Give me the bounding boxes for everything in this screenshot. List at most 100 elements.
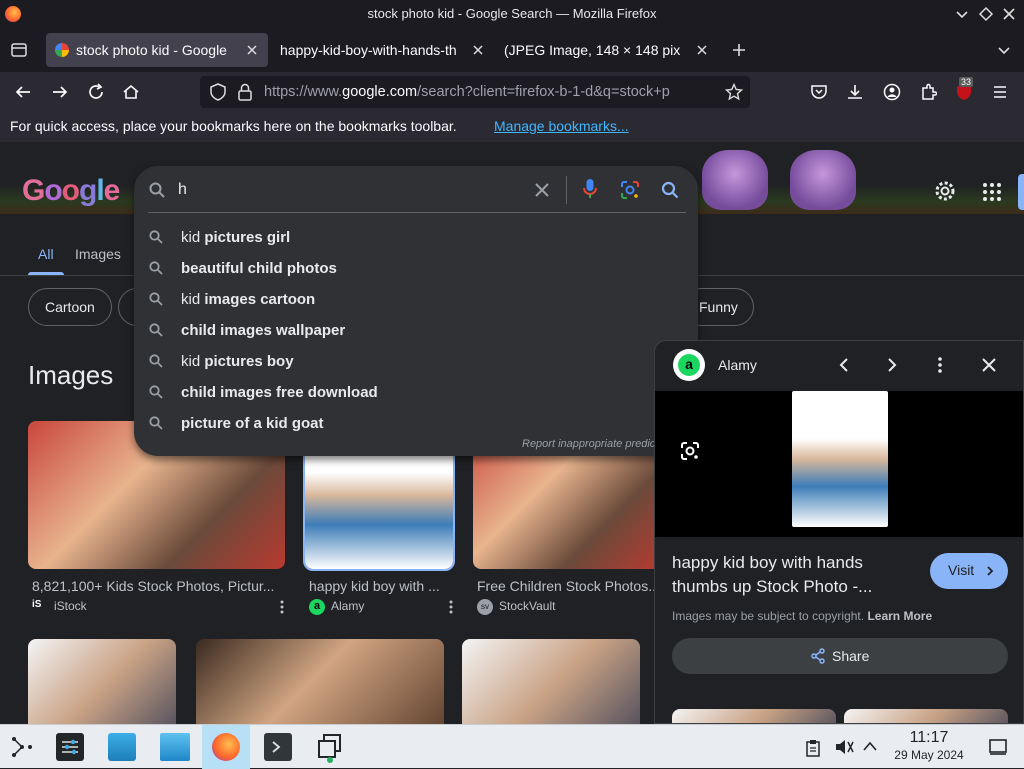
suggestion-item[interactable]: beautiful child photos <box>134 253 698 284</box>
suggestion-search-icon <box>149 416 163 430</box>
preview-title[interactable]: happy kid boy with hands thumbs up Stock… <box>672 551 902 599</box>
suggestion-completion: beautiful child photos <box>181 260 337 277</box>
lens-search-icon[interactable] <box>620 180 640 200</box>
google-page: Google All Images Cartoon Funny Images 8… <box>0 142 1024 724</box>
suggestion-item[interactable]: child images wallpaper <box>134 315 698 346</box>
close-window-button[interactable] <box>1001 6 1017 22</box>
clock-time[interactable]: 11:17 <box>888 729 970 747</box>
extension-badge: 33 <box>959 77 974 87</box>
tab-images[interactable]: Images <box>75 246 121 262</box>
preview-site-name[interactable]: Alamy <box>718 357 757 373</box>
downloads-icon[interactable] <box>846 83 864 101</box>
result-image[interactable] <box>196 639 444 724</box>
app-launcher-icon[interactable] <box>10 735 34 759</box>
result-source[interactable]: Alamy <box>331 599 364 613</box>
show-desktop-icon[interactable] <box>988 738 1008 756</box>
tab[interactable]: (JPEG Image, 148 × 148 pix <box>494 33 716 67</box>
ublock-icon[interactable]: 33 <box>955 77 974 101</box>
learn-more-link[interactable]: Learn More <box>867 609 932 623</box>
url-bar[interactable]: https://www.google.com/search?client=fir… <box>200 76 750 108</box>
suggestion-completion: pictures boy <box>204 353 294 370</box>
firefox-taskbar-item[interactable] <box>202 725 250 769</box>
reload-icon[interactable] <box>87 83 105 101</box>
nav-bar: https://www.google.com/search?client=fir… <box>0 72 1024 112</box>
result-image[interactable] <box>462 639 640 724</box>
tab-list-icon[interactable] <box>10 41 28 59</box>
new-tab-button[interactable] <box>731 42 747 58</box>
terminal-icon[interactable] <box>264 733 292 761</box>
sign-in-edge[interactable] <box>1018 174 1024 210</box>
tab[interactable]: happy-kid-boy-with-hands-th <box>270 33 492 67</box>
more-options-icon[interactable] <box>938 357 942 373</box>
voice-search-icon[interactable] <box>582 178 598 200</box>
window-switcher-icon[interactable] <box>316 733 344 763</box>
window-title: stock photo kid - Google Search — Mozill… <box>367 6 657 21</box>
suggestion-item[interactable]: child images free download <box>134 377 698 408</box>
chip-cartoon[interactable]: Cartoon <box>28 288 112 326</box>
google-doodle-logo[interactable]: Google <box>22 174 120 208</box>
close-tab-icon[interactable] <box>472 44 484 56</box>
account-icon[interactable] <box>883 83 901 101</box>
preview-image[interactable] <box>792 391 888 527</box>
apps-grid-icon[interactable] <box>982 182 1002 202</box>
google-search-icon[interactable] <box>661 181 679 199</box>
list-all-tabs-button[interactable] <box>996 42 1012 58</box>
suggestion-completion: child images free download <box>181 384 378 401</box>
minimize-button[interactable] <box>954 6 970 22</box>
discover-store-icon[interactable] <box>108 733 136 761</box>
url-prefix: https://www. <box>264 84 343 100</box>
tab-active[interactable]: stock photo kid - Google <box>46 33 268 67</box>
home-icon[interactable] <box>122 83 140 101</box>
more-options-icon[interactable] <box>449 600 453 614</box>
maximize-button[interactable] <box>978 6 994 22</box>
result-image[interactable] <box>28 639 176 724</box>
close-tab-icon[interactable] <box>246 44 258 56</box>
file-manager-icon[interactable] <box>160 733 190 761</box>
menu-icon[interactable] <box>991 83 1009 101</box>
suggestion-item[interactable]: picture of a kid goat <box>134 408 698 439</box>
extensions-icon[interactable] <box>919 83 937 101</box>
previous-result-icon[interactable] <box>837 357 851 373</box>
bookmarks-bar: For quick access, place your bookmarks h… <box>0 112 1024 142</box>
search-suggestions-panel: kid pictures girl beautiful child photos… <box>134 166 698 456</box>
source-favicon-icon: iS <box>32 599 42 610</box>
system-tray-expand-icon[interactable] <box>862 740 878 752</box>
related-image[interactable] <box>844 709 1008 723</box>
clipboard-icon[interactable] <box>805 739 821 757</box>
suggestion-prefix: kid <box>181 229 205 246</box>
tab-all[interactable]: All <box>38 246 54 262</box>
pocket-icon[interactable] <box>810 83 828 101</box>
lock-icon[interactable] <box>238 83 252 101</box>
search-input[interactable] <box>178 178 518 202</box>
visit-button[interactable]: Visit <box>930 553 1008 589</box>
suggestion-item[interactable]: kid pictures girl <box>134 222 698 253</box>
related-image[interactable] <box>672 709 836 723</box>
settings-gear-icon[interactable] <box>934 180 956 202</box>
result-source[interactable]: iStock <box>54 599 87 613</box>
close-preview-icon[interactable] <box>981 357 997 373</box>
next-result-icon[interactable] <box>885 357 899 373</box>
suggestion-item[interactable]: kid images cartoon <box>134 284 698 315</box>
back-icon[interactable] <box>14 83 32 101</box>
url-text[interactable]: https://www.google.com/search?client=fir… <box>264 84 714 100</box>
bookmark-star-icon[interactable] <box>725 83 743 101</box>
suggestion-text: child images wallpaper <box>181 322 345 339</box>
share-button[interactable]: Share <box>672 638 1008 674</box>
close-tab-icon[interactable] <box>696 44 708 56</box>
system-settings-icon[interactable] <box>56 733 84 761</box>
suggestion-text: picture of a kid goat <box>181 415 324 432</box>
result-caption[interactable]: 8,821,100+ Kids Stock Photos, Pictur... <box>32 578 282 594</box>
forward-icon[interactable] <box>51 83 69 101</box>
shield-icon[interactable] <box>210 83 226 101</box>
clock-date[interactable]: 29 May 2024 <box>888 748 970 762</box>
result-caption[interactable]: Free Children Stock Photos... <box>477 578 657 594</box>
copyright-text: Images may be subject to copyright. <box>672 609 865 623</box>
more-options-icon[interactable] <box>280 600 284 614</box>
suggestion-item[interactable]: kid pictures boy <box>134 346 698 377</box>
result-caption[interactable]: happy kid boy with ... <box>309 578 449 594</box>
manage-bookmarks-link[interactable]: Manage bookmarks... <box>494 118 629 134</box>
lens-search-icon[interactable] <box>680 441 700 461</box>
volume-muted-icon[interactable] <box>834 738 854 756</box>
result-source[interactable]: StockVault <box>499 599 555 613</box>
clear-search-icon[interactable] <box>534 182 550 198</box>
